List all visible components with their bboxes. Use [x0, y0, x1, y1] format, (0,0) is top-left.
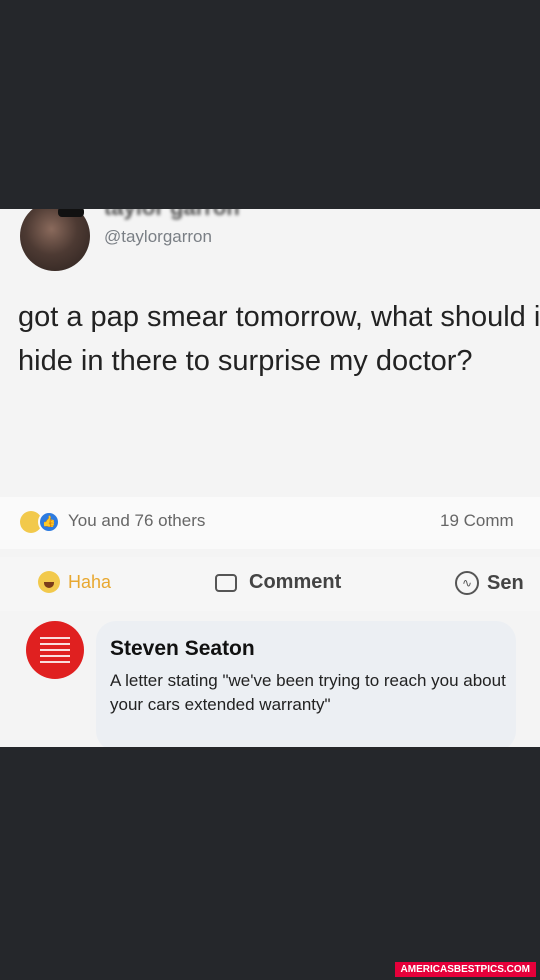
send-label: Sen	[487, 571, 524, 594]
sunglasses-icon	[58, 209, 84, 217]
send-button[interactable]: ∿ Sen	[455, 571, 524, 597]
tweet-text: got a pap smear tomorrow, what should i …	[18, 301, 540, 377]
haha-emoji-icon	[38, 571, 60, 593]
reaction-icons[interactable]: 👍	[20, 511, 64, 533]
watermark: AMERICASBESTPICS.COM	[394, 962, 536, 977]
comment-bubble: Steven Seaton A letter stating "we've be…	[96, 621, 516, 747]
tweet-handle[interactable]: @taylorgarron	[104, 227, 212, 247]
reactions-row: 👍 You and 76 others 19 Comm	[0, 497, 540, 549]
comment-bubble-icon	[215, 573, 237, 592]
like-icon: 👍	[38, 511, 60, 533]
tweet-display-name[interactable]: taylor garron	[104, 209, 240, 221]
action-row: Haha Comment ∿ Sen	[0, 557, 540, 611]
comment-label: Comment	[249, 571, 342, 593]
screenshot-panel: taylor garron @taylorgarron got a pap sm…	[0, 209, 540, 747]
tweet-avatar[interactable]	[20, 209, 90, 271]
comment-avatar[interactable]	[26, 621, 84, 679]
comment-button[interactable]: Comment	[215, 571, 341, 597]
comments-count[interactable]: 19 Comm	[440, 511, 514, 531]
avatar-text-lines-icon	[40, 637, 70, 663]
reactions-summary[interactable]: You and 76 others	[68, 511, 205, 531]
comment-author[interactable]: Steven Seaton	[110, 637, 255, 661]
comment-text: A letter stating "we've been trying to r…	[110, 671, 506, 714]
haha-label: Haha	[68, 571, 112, 592]
messenger-icon: ∿	[455, 571, 479, 595]
haha-button[interactable]: Haha	[38, 571, 111, 597]
